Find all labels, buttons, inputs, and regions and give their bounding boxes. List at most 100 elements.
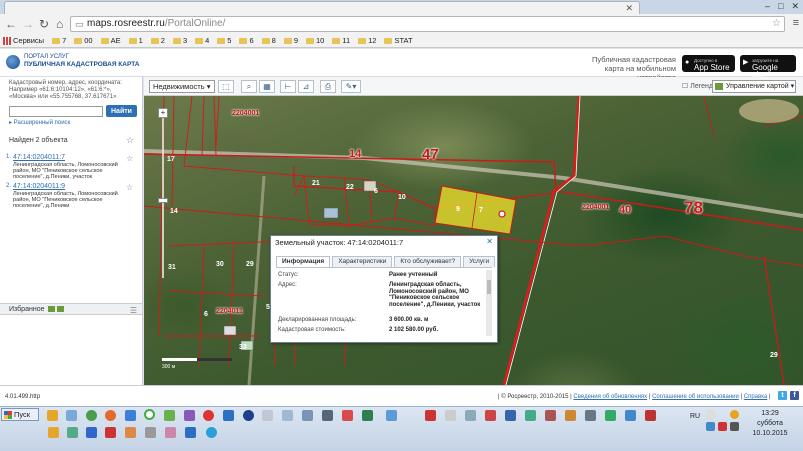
home-icon[interactable]: ⌂ xyxy=(56,17,63,31)
selected-parcel[interactable] xyxy=(434,185,517,235)
result-item[interactable]: 1. 47:14:0204011:7 Ленинградская область… xyxy=(6,154,125,181)
location-marker[interactable] xyxy=(498,210,506,218)
tray-icon[interactable] xyxy=(718,422,727,431)
tray-icon[interactable] xyxy=(706,410,715,419)
skype-icon[interactable] xyxy=(206,427,217,438)
taskbar-app-icon[interactable] xyxy=(165,427,176,438)
result-item[interactable]: 2. 47:14:0204011:9 Ленинградская область… xyxy=(6,183,125,210)
maximize-icon[interactable]: □ xyxy=(778,1,783,12)
popup-scrollbar[interactable] xyxy=(486,270,492,336)
tray-icon[interactable] xyxy=(706,422,715,431)
facebook-icon[interactable]: f xyxy=(790,391,799,400)
taskbar-app-icon[interactable] xyxy=(66,410,77,421)
bookmark-folder[interactable]: 10 xyxy=(305,36,324,45)
taskbar-app-icon[interactable] xyxy=(86,410,97,421)
bookmark-folder[interactable]: 8 xyxy=(261,36,276,45)
tab-characteristics[interactable]: Характеристики xyxy=(332,256,393,267)
taskbar-app-icon[interactable] xyxy=(48,427,59,438)
taskbar-app-icon[interactable] xyxy=(425,410,436,421)
taskbar-app-icon[interactable] xyxy=(625,410,636,421)
portal-logo[interactable]: ПОРТАЛ УСЛУГ ПУБЛИЧНАЯ КАДАСТРОВАЯ КАРТА xyxy=(6,54,139,69)
layer-select[interactable]: Недвижимость ▾ xyxy=(149,80,215,93)
bookmark-folder[interactable]: 2 xyxy=(150,36,165,45)
taskbar-app-icon[interactable] xyxy=(362,410,373,421)
draw-tool-icon[interactable]: ✎▾ xyxy=(341,80,361,93)
zoom-slider[interactable]: + xyxy=(158,108,168,288)
bookmark-star-icon[interactable]: ☆ xyxy=(772,17,781,31)
taskbar-app-icon[interactable] xyxy=(485,410,496,421)
print-icon[interactable]: ⎙ xyxy=(320,80,336,93)
agreement-link[interactable]: Соглашение об использовании xyxy=(652,394,739,400)
taskbar-app-icon[interactable] xyxy=(302,410,313,421)
taskbar-app-icon[interactable] xyxy=(445,410,456,421)
googleplay-button[interactable]: ▶ загрузите на Google play xyxy=(740,55,796,79)
taskbar-app-icon[interactable] xyxy=(342,410,353,421)
taskbar-app-icon[interactable] xyxy=(243,410,254,421)
system-clock[interactable]: 13:29 суббота 10.10.2015 xyxy=(745,409,795,439)
result-link[interactable]: 47:14:0204011:9 xyxy=(13,183,65,190)
zoom-handle[interactable] xyxy=(158,198,168,203)
language-indicator[interactable]: RU xyxy=(690,413,700,420)
taskbar-app-icon[interactable] xyxy=(105,427,116,438)
tab-services[interactable]: Услуги xyxy=(463,256,496,267)
taskbar-app-icon[interactable] xyxy=(585,410,596,421)
bookmark-folder[interactable]: 11 xyxy=(332,36,350,45)
bookmark-folder[interactable]: AE xyxy=(100,36,121,45)
taskbar-app-icon[interactable] xyxy=(203,410,214,421)
search-map-icon[interactable]: ⌕ xyxy=(241,80,257,93)
star-icon[interactable]: ☆ xyxy=(126,183,133,192)
updates-link[interactable]: Сведения об обновлениях xyxy=(573,394,647,400)
bookmark-apps[interactable]: Сервисы xyxy=(3,36,44,45)
search-button[interactable]: Найти xyxy=(106,105,137,117)
bookmark-folder[interactable]: 00 xyxy=(74,36,93,45)
start-button[interactable]: Пуск xyxy=(1,408,39,421)
taskbar-app-icon[interactable] xyxy=(86,427,97,438)
taskbar-app-icon[interactable] xyxy=(145,427,156,438)
taskbar-app-icon[interactable] xyxy=(545,410,556,421)
taskbar-app-icon[interactable] xyxy=(164,410,175,421)
result-link[interactable]: 47:14:0204011:7 xyxy=(13,154,65,161)
tray-icon[interactable] xyxy=(730,410,739,419)
taskbar-app-icon[interactable] xyxy=(282,410,293,421)
taskbar-app-icon[interactable] xyxy=(105,410,116,421)
tab-info[interactable]: Информация xyxy=(276,256,331,267)
taskbar-app-icon[interactable] xyxy=(262,410,273,421)
star-icon[interactable]: ☆ xyxy=(126,135,134,146)
bookmark-folder[interactable]: 4 xyxy=(195,36,209,45)
taskbar-app-icon[interactable] xyxy=(223,410,234,421)
chrome-taskbar-icon[interactable] xyxy=(144,409,155,420)
bookmark-folder[interactable]: 12 xyxy=(358,36,376,45)
favorites-bar[interactable]: Избранное ☰ xyxy=(0,303,142,315)
forward-icon[interactable]: → xyxy=(22,17,34,31)
taskbar-app-icon[interactable] xyxy=(322,410,333,421)
help-link[interactable]: Справка xyxy=(744,394,768,400)
appstore-button[interactable]: ● Доступно в App Store xyxy=(682,55,735,72)
twitter-icon[interactable]: t xyxy=(778,391,787,400)
taskbar-app-icon[interactable] xyxy=(645,410,656,421)
address-bar[interactable]: ▭ maps.rosreestr.ru/PortalOnline/ ☆ xyxy=(70,16,785,32)
search-input[interactable] xyxy=(9,106,103,117)
favorites-icon[interactable] xyxy=(57,306,65,313)
close-window-icon[interactable]: ✕ xyxy=(791,1,799,12)
taskbar-app-icon[interactable] xyxy=(184,410,195,421)
bookmark-folder[interactable]: 5 xyxy=(217,36,231,45)
taskbar-app-icon[interactable] xyxy=(67,427,78,438)
taskbar-app-icon[interactable] xyxy=(47,410,58,421)
favorites-menu-icon[interactable]: ☰ xyxy=(130,306,137,315)
tab-service[interactable]: Кто обслуживает? xyxy=(394,256,462,267)
taskbar-app-icon[interactable] xyxy=(465,410,476,421)
advanced-search-link[interactable]: ▸ Расширенный поиск xyxy=(9,119,70,126)
taskbar-app-icon[interactable] xyxy=(125,427,136,438)
taskbar-app-icon[interactable] xyxy=(525,410,536,421)
taskbar-app-icon[interactable] xyxy=(565,410,576,421)
taskbar-app-icon[interactable] xyxy=(605,410,616,421)
bookmark-folder[interactable]: 9 xyxy=(283,36,298,45)
bookmark-folder[interactable]: 7 xyxy=(52,36,66,45)
close-icon[interactable]: ✕ xyxy=(486,237,493,246)
taskbar-app-icon[interactable] xyxy=(185,427,196,438)
select-tool-icon[interactable]: ⬚ xyxy=(218,80,234,93)
browser-tab[interactable]: ✕ xyxy=(4,1,640,14)
reload-icon[interactable]: ↻ xyxy=(39,17,49,31)
star-icon[interactable]: ☆ xyxy=(126,154,133,163)
taskbar-app-icon[interactable] xyxy=(386,410,397,421)
